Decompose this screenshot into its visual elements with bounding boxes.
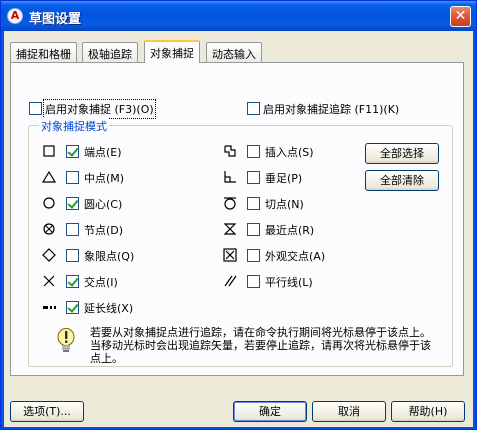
perpendicular-marker-icon: [223, 170, 237, 184]
snap-modes-title: 对象捕捉模式: [39, 118, 109, 134]
close-icon: ✕: [454, 8, 467, 24]
insertion-checkbox[interactable]: [247, 145, 260, 158]
quadrant-checkbox[interactable]: [66, 249, 79, 262]
intersection-label[interactable]: 交点(I): [84, 274, 118, 290]
tracking-on-label[interactable]: 启用对象捕捉追踪 (F11)(K): [263, 101, 399, 117]
apparent-intersection-marker-icon: [223, 248, 237, 262]
ok-button[interactable]: 确定: [233, 401, 307, 422]
tracking-on-checkbox[interactable]: [247, 102, 260, 115]
tab-snap-grid[interactable]: 捕捉和格栅: [10, 42, 77, 62]
midpoint-label[interactable]: 中点(M): [84, 170, 124, 186]
dialog-title: 草图设置: [29, 12, 82, 27]
tangent-checkbox[interactable]: [247, 197, 260, 210]
nearest-marker-icon: [223, 222, 237, 236]
tab-polar-tracking[interactable]: 极轴追踪: [82, 42, 138, 62]
node-checkbox[interactable]: [66, 223, 79, 236]
endpoint-label[interactable]: 端点(E): [84, 144, 122, 160]
extension-marker-icon: [42, 300, 56, 314]
help-button[interactable]: 帮助(H): [391, 401, 465, 422]
tab-object-snap[interactable]: 对象捕捉: [144, 40, 200, 63]
snap-on-label[interactable]: 启用对象捕捉 (F3)(O): [43, 99, 156, 119]
tangent-label[interactable]: 切点(N): [265, 196, 304, 212]
quadrant-marker-icon: [42, 248, 56, 262]
midpoint-marker-icon: [41, 170, 57, 184]
clear-all-button[interactable]: 全部清除: [365, 170, 439, 191]
apparent-intersection-label[interactable]: 外观交点(A): [265, 248, 325, 264]
intersection-marker-icon: [42, 274, 56, 288]
nearest-label[interactable]: 最近点(R): [265, 222, 314, 238]
parallel-label[interactable]: 平行线(L): [265, 274, 313, 290]
node-marker-icon: [42, 222, 56, 236]
quadrant-label[interactable]: 象限点(Q): [84, 248, 134, 264]
tab-dynamic-input[interactable]: 动态输入: [206, 42, 262, 62]
parallel-marker-icon: [223, 274, 237, 288]
object-snap-panel: 启用对象捕捉 (F3)(O) 启用对象捕捉追踪 (F11)(K) 对象捕捉模式 …: [10, 62, 464, 376]
node-label[interactable]: 节点(D): [84, 222, 123, 238]
endpoint-checkbox[interactable]: [66, 145, 79, 158]
perpendicular-checkbox[interactable]: [247, 171, 260, 184]
insertion-label[interactable]: 插入点(S): [265, 144, 314, 160]
center-marker-icon: [42, 196, 56, 210]
midpoint-checkbox[interactable]: [66, 171, 79, 184]
dialog-window: A 草图设置 ✕ 捕捉和格栅 极轴追踪 对象捕捉 动态输入 启用对象捕捉 (F3…: [0, 0, 477, 430]
extension-label[interactable]: 延长线(X): [84, 300, 133, 316]
tracking-info-text: 若要从对象捕捉点进行追踪，请在命令执行期间将光标悬停于该点上。当移动光标时会出现…: [90, 326, 431, 365]
close-button[interactable]: ✕: [450, 6, 471, 27]
title-bar[interactable]: A 草图设置 ✕: [1, 1, 476, 31]
insertion-marker-icon: [223, 144, 237, 158]
perpendicular-label[interactable]: 垂足(P): [265, 170, 302, 186]
snap-on-checkbox[interactable]: [29, 102, 42, 115]
nearest-checkbox[interactable]: [247, 223, 260, 236]
dialog-body: 捕捉和格栅 极轴追踪 对象捕捉 动态输入 启用对象捕捉 (F3)(O) 启用对象…: [4, 31, 473, 427]
lightbulb-icon: [55, 327, 77, 353]
select-all-button[interactable]: 全部选择: [365, 143, 439, 164]
tangent-marker-icon: [223, 196, 237, 210]
apparent-intersection-checkbox[interactable]: [247, 249, 260, 262]
parallel-checkbox[interactable]: [247, 275, 260, 288]
extension-checkbox[interactable]: [66, 301, 79, 314]
cancel-button[interactable]: 取消: [312, 401, 386, 422]
options-button[interactable]: 选项(T)...: [10, 401, 84, 422]
intersection-checkbox[interactable]: [66, 275, 79, 288]
center-label[interactable]: 圆心(C): [84, 196, 122, 212]
autocad-icon: A: [7, 8, 23, 24]
center-checkbox[interactable]: [66, 197, 79, 210]
endpoint-marker-icon: [42, 144, 56, 158]
